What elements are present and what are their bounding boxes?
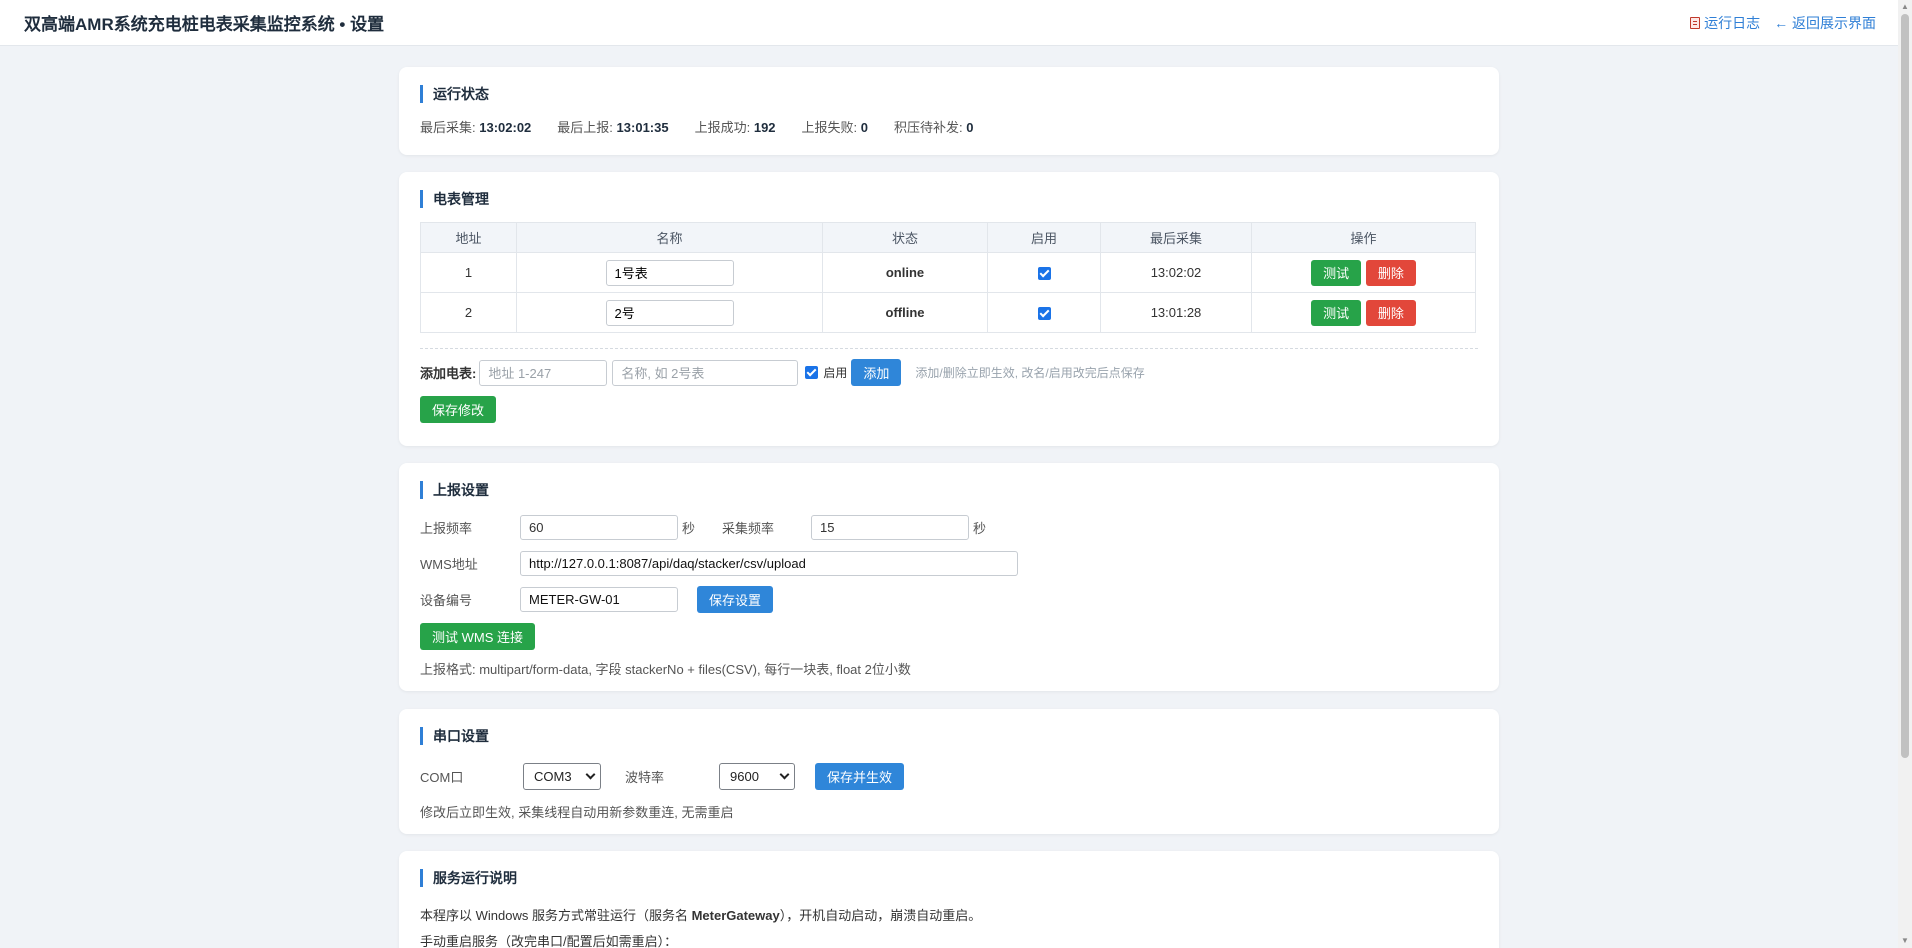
report-freq-label: 上报频率 — [420, 521, 473, 536]
wms-url-input[interactable]: http://127.0.0.1:8087/api/daq/stacker/cs… — [520, 551, 1018, 576]
last-collect: 最后采集: 13:02:02 — [420, 120, 532, 135]
serial-row: COM口 COM3 波特率 9600 保存并生效 — [420, 763, 905, 790]
page-title: 双高端AMR系统充电桩电表采集监控系统 • 设置 — [24, 15, 385, 34]
service-title: 服务运行说明 — [420, 869, 1478, 887]
report-title: 上报设置 — [420, 481, 1478, 499]
wms-row: WMS地址 http://127.0.0.1:8087/api/daq/stac… — [420, 551, 1018, 576]
report-success: 上报成功: 192 — [694, 120, 776, 135]
service-line-2: 手动重启服务（改完串口/配置后如需重启）： — [420, 934, 678, 948]
save-settings-button[interactable]: 保存设置 — [697, 586, 774, 613]
meter-name-input[interactable] — [605, 259, 734, 286]
col-status: 状态 — [822, 222, 988, 253]
delete-button[interactable]: 删除 — [1365, 299, 1416, 326]
service-line-1: 本程序以 Windows 服务方式常驻运行（服务名 MeterGateway），… — [420, 908, 982, 923]
com-label: COM口 — [420, 770, 464, 785]
save-apply-button[interactable]: 保存并生效 — [815, 763, 905, 790]
add-enabled-checkbox[interactable] — [805, 366, 819, 379]
scroll-up-arrow-icon[interactable]: ▲ — [1901, 3, 1909, 11]
name-input[interactable]: 名称, 如 2号表 — [612, 359, 799, 386]
test-button[interactable]: 测试 — [1311, 299, 1362, 326]
collect-freq-unit: 秒 — [973, 521, 987, 536]
meter-table: 地址 名称 状态 启用 最后采集 操作 1 online 13:02:02 测试… — [420, 222, 1476, 333]
report-card: 上报设置 上报频率 60 秒 采集频率 15 秒 WMS地址 http://12… — [399, 463, 1499, 691]
save-changes-button[interactable]: 保存修改 — [420, 396, 497, 423]
report-fail: 上报失败: 0 — [801, 120, 869, 135]
col-enabled: 启用 — [987, 222, 1101, 253]
frequency-row: 上报频率 60 秒 采集频率 15 秒 — [420, 515, 986, 540]
delete-button[interactable]: 删除 — [1365, 259, 1416, 286]
header-links: 运行日志 ← 返回展示界面 — [1690, 13, 1876, 33]
device-id-input[interactable]: METER-GW-01 — [520, 587, 678, 612]
com-value: COM3 — [534, 769, 572, 784]
row-last-collect: 13:01:28 — [1100, 292, 1252, 333]
enabled-checkbox[interactable] — [1037, 267, 1051, 281]
status-card: 运行状态 最后采集: 13:02:02 最后上报: 13:01:35 上报成功:… — [399, 67, 1499, 155]
serial-title: 串口设置 — [420, 727, 1478, 745]
last-report: 最后上报: 13:01:35 — [557, 120, 669, 135]
col-name: 名称 — [516, 222, 823, 253]
log-link-label: 运行日志 — [1704, 14, 1761, 31]
status-badge: online — [822, 252, 988, 293]
wms-label: WMS地址 — [420, 557, 478, 572]
row-last-collect: 13:02:02 — [1100, 252, 1252, 293]
device-label: 设备编号 — [420, 593, 473, 608]
report-freq-input[interactable]: 60 — [520, 515, 678, 540]
enabled-checkbox[interactable] — [1037, 307, 1051, 321]
collect-freq-label: 采集频率 — [722, 521, 775, 536]
row-enabled-cell — [987, 252, 1101, 293]
baud-label: 波特率 — [625, 770, 665, 785]
test-row: 测试 WMS 连接 — [420, 623, 535, 650]
col-actions: 操作 — [1251, 222, 1476, 253]
backlog: 积压待补发: 0 — [894, 120, 974, 135]
divider — [420, 348, 1478, 349]
table-row: 1 online 13:02:02 测试 删除 — [420, 252, 1476, 293]
clipboard-icon — [1690, 16, 1701, 29]
row-actions: 测试 删除 — [1251, 252, 1476, 293]
status-row: 最后采集: 13:02:02 最后上报: 13:01:35 上报成功: 192 … — [420, 117, 1478, 136]
test-wms-button[interactable]: 测试 WMS 连接 — [420, 623, 535, 650]
serial-card: 串口设置 COM口 COM3 波特率 9600 保存并生效 修改后立即生效, 采… — [399, 709, 1499, 834]
top-bar: 双高端AMR系统充电桩电表采集监控系统 • 设置 运行日志 ← 返回展示界面 — [0, 0, 1898, 46]
meter-card: 电表管理 地址 名称 状态 启用 最后采集 操作 1 online 13:02:… — [399, 172, 1499, 446]
row-address: 2 — [420, 292, 517, 333]
service-name: MeterGateway — [691, 908, 780, 923]
row-enabled-cell — [987, 292, 1101, 333]
service-card: 服务运行说明 本程序以 Windows 服务方式常驻运行（服务名 MeterGa… — [399, 851, 1499, 948]
meter-title: 电表管理 — [420, 190, 1478, 208]
log-link[interactable]: 运行日志 — [1690, 13, 1760, 33]
add-hint: 添加/删除立即生效, 改名/启用改完后点保存 — [915, 366, 1145, 380]
status-badge: offline — [822, 292, 988, 333]
device-row: 设备编号 METER-GW-01 保存设置 — [420, 586, 774, 613]
add-enabled-label: 启用 — [823, 366, 848, 380]
scrollbar-thumb[interactable] — [1901, 14, 1909, 758]
col-address: 地址 — [420, 222, 517, 253]
add-meter-row: 添加电表: 地址 1-247 名称, 如 2号表 启用 添加 添加/删除立即生效… — [420, 359, 1478, 386]
scrollbar[interactable]: ▲ ▼ — [1898, 0, 1912, 948]
status-title: 运行状态 — [420, 85, 1478, 103]
scroll-down-arrow-icon[interactable]: ▼ — [1901, 937, 1909, 945]
row-name-cell — [516, 252, 823, 293]
col-last-collect: 最后采集 — [1100, 222, 1252, 253]
add-meter-label: 添加电表: — [420, 366, 477, 381]
save-row: 保存修改 — [420, 396, 1478, 423]
com-select[interactable]: COM3 — [523, 763, 601, 790]
baud-value: 9600 — [730, 769, 759, 784]
baud-select[interactable]: 9600 — [719, 763, 795, 790]
test-button[interactable]: 测试 — [1311, 259, 1362, 286]
back-link[interactable]: ← 返回展示界面 — [1774, 13, 1876, 33]
report-hint: 上报格式: multipart/form-data, 字段 stackerNo … — [420, 662, 911, 677]
table-header: 地址 名称 状态 启用 最后采集 操作 — [420, 222, 1476, 253]
row-name-cell — [516, 292, 823, 333]
report-freq-unit: 秒 — [682, 521, 696, 536]
meter-name-input[interactable] — [605, 299, 734, 326]
row-actions: 测试 删除 — [1251, 292, 1476, 333]
add-button[interactable]: 添加 — [851, 359, 902, 386]
address-input[interactable]: 地址 1-247 — [479, 359, 608, 386]
collect-freq-input[interactable]: 15 — [811, 515, 970, 540]
chevron-down-icon — [779, 769, 790, 780]
table-row: 2 offline 13:01:28 测试 删除 — [420, 292, 1476, 333]
serial-hint: 修改后立即生效, 采集线程自动用新参数重连, 无需重启 — [420, 805, 734, 820]
chevron-down-icon — [585, 769, 596, 780]
row-address: 1 — [420, 252, 517, 293]
